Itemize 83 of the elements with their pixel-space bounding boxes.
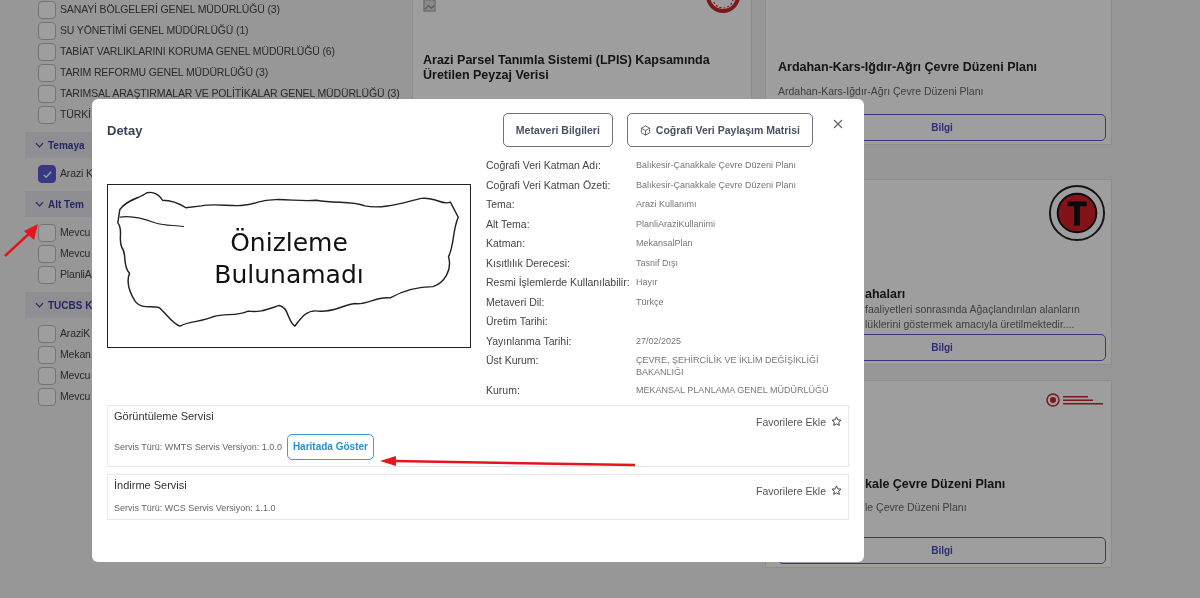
checkbox[interactable] [38,325,56,343]
filter-option[interactable]: TARIM REFORMU GENEL MÜDÜRLÜĞÜ (3) [60,64,268,79]
filter-option[interactable]: AraziK [60,325,91,340]
preview-text: Bulunamadı [214,259,364,291]
filter-option[interactable]: TARIMSAL ARAŞTIRMALAR VE POLİTİKALAR GENEL MÜDÜRLÜĞÜ (3) [60,85,400,100]
card-title: Ardahan-Kars-Iğdır-Ağrı Çevre Düzeni Planı [778,60,1039,75]
section-title: TUCBS K [48,299,93,311]
chevron-icon [35,142,44,148]
emblem-icon [1048,184,1106,242]
field-value: Balıkesir-Çanakkale Çevre Düzeni Planı [636,178,798,192]
dialog-title: Detay [107,122,143,138]
chevron-icon [35,302,44,308]
star-icon[interactable] [831,416,842,427]
checkbox[interactable] [38,1,56,19]
checkbox[interactable] [38,64,56,82]
dialog-button[interactable]: Metaveri Bilgileri [502,113,613,147]
section-title: Alt Tem [48,198,84,210]
field-value: Balıkesir-Çanakkale Çevre Düzeni Planı [636,159,798,172]
checkbox[interactable] [38,266,56,284]
filter-option[interactable]: SU YÖNETİMİ GENEL MÜDÜRLÜĞÜ (1) [60,22,249,37]
preview-text: Önizleme [230,227,348,259]
field-label: Resmi İşlemlerde Kullanılabilir: [486,276,631,290]
seal-icon [705,0,741,16]
field-value: Türkçe [636,295,665,309]
field-label: Coğrafi Veri Katman Özeti: [486,178,612,192]
checkbox[interactable] [38,388,56,406]
field-label: Üst Kurum: [486,354,540,368]
field-value: MEKANSAL PLANLAMA GENEL MÜDÜRLÜĞÜ [636,384,830,397]
field-value: Arazi Kullanımı [636,198,698,211]
service-title: Görüntüleme Servisi [114,409,214,422]
ministry-logo-icon [1046,393,1106,407]
close-icon[interactable] [833,119,843,129]
chevron-icon [35,201,44,207]
field-label: Kurum: [486,384,521,398]
checkbox[interactable] [38,22,56,40]
section-title: Temaya [48,139,85,151]
checkbox[interactable] [38,106,56,124]
field-label: Kısıtlılık Derecesi: [486,256,572,270]
card-title: kale Çevre Düzeni Planı [865,477,1007,492]
checkbox[interactable] [38,346,56,364]
card-description: faaliyetleri sonrasında Ağaçlandırılan alanların [865,302,1081,317]
checkbox[interactable] [38,367,56,385]
filter-option[interactable]: Mevcu [60,367,91,382]
field-label: Coğrafi Veri Katman Adı: [486,159,602,173]
service-info: Servis Türü: WMTS Servis Versiyon: 1.0.0 [114,441,282,452]
star-icon[interactable] [831,485,842,496]
field-value: MekansalPlan [636,237,694,250]
filter-option[interactable]: Mevcu [60,245,91,260]
check-icon [41,168,53,180]
card-description: lüklerini göstermek amacıyla üretilmektedir.... [865,317,1076,332]
card-title: Arazi Parsel Tanımla Sistemi (LPIS) Kapsamında Üretilen Peyzaj Verisi [423,53,711,83]
favorite-link[interactable]: Favorilere Ekle [755,415,826,428]
filter-option[interactable]: Mevcu [60,388,91,403]
checkbox[interactable] [38,85,56,103]
service-info: Servis Türü: WCS Servis Versiyon: 1.1.0 [114,502,276,513]
field-label: Alt Tema: [486,217,531,231]
card-description: le Çevre Düzeni Planı [865,500,968,515]
field-label: Katman: [486,237,527,251]
card-title: ahaları [865,287,907,302]
filter-option[interactable]: Arazi K [60,165,93,180]
checkbox[interactable] [38,224,56,242]
dialog-button[interactable]: Coğrafi Veri Paylaşım Matrisi [626,113,813,147]
filter-option[interactable]: PlanliA [60,266,92,281]
field-label: Üretim Tarihi: [486,315,549,329]
field-label: Tema: [486,198,516,212]
field-value: Hayır [636,276,659,289]
checkbox[interactable] [38,245,56,263]
field-value: Tasnif Dışı [636,256,679,270]
filter-option[interactable]: TABİAT VARLIKLARINI KORUMA GENEL MÜDÜRLÜĞÜ (6) [60,43,335,58]
show-on-map-button[interactable]: Haritada Göster [286,433,374,460]
favorite-link[interactable]: Favorilere Ekle [755,484,826,497]
filter-option[interactable]: Mekan [60,346,91,361]
checkbox[interactable] [38,43,56,61]
filter-option[interactable]: SANAYİ BÖLGELERİ GENEL MÜDÜRLÜĞÜ (3) [60,1,280,16]
field-value: PlanliAraziKullanimi [636,217,717,231]
filter-option[interactable]: TÜRKİ [60,106,91,121]
filter-option[interactable]: Mevcu [60,224,91,239]
field-label: Metaveri Dil: [486,295,546,309]
field-value: 27/02/2025 [636,334,683,348]
checkbox[interactable] [38,165,56,183]
field-label: Yayınlanma Tarihi: [486,334,573,348]
card-description: Ardahan-Kars-Iğdır-Ağrı Çevre Düzeni Planı [778,84,985,99]
service-title: İndirme Servisi [114,478,187,491]
